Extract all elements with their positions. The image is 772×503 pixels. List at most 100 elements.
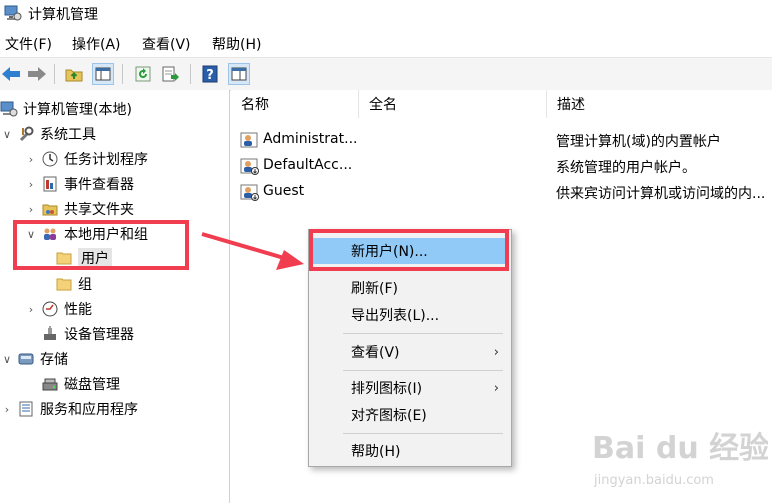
properties-icon[interactable] <box>228 63 250 85</box>
column-header-full-name[interactable]: 全名 <box>359 90 547 118</box>
table-row[interactable]: Administrat... 管理计算机(域)的内置帐户 <box>231 127 772 153</box>
menu-item-label: 导出列表(L)... <box>351 308 440 324</box>
table-row[interactable]: DefaultAcc... 系统管理的用户帐户。 <box>231 153 772 179</box>
column-header-name[interactable]: 名称 <box>231 90 359 118</box>
tree-label: 任务计划程序 <box>64 152 148 168</box>
user-description: 管理计算机(域)的内置帐户 <box>556 134 721 150</box>
chevron-right-icon[interactable]: › <box>24 303 38 316</box>
tree-item-root[interactable]: 计算机管理(本地) <box>0 98 132 120</box>
computer-management-icon <box>4 4 22 22</box>
user-disabled-icon <box>240 181 260 205</box>
menu-item-help[interactable]: 帮助(H) <box>313 438 507 464</box>
menu-item-label: 帮助(H) <box>351 444 401 460</box>
chevron-right-icon[interactable]: › <box>24 203 38 216</box>
console-tree: 计算机管理(本地) ∨ 系统工具 › 任务计划程序 › 事件查看器 › 共享文件… <box>0 90 230 503</box>
tree-label: 组 <box>78 277 92 293</box>
back-arrow-icon[interactable] <box>0 63 22 85</box>
help-icon[interactable]: ? <box>199 63 221 85</box>
toolbar-separator <box>54 64 55 84</box>
storage-icon <box>17 350 35 368</box>
menu-action[interactable]: 操作(A) <box>72 34 121 54</box>
services-apps-icon <box>17 400 35 418</box>
computer-management-icon <box>0 100 18 118</box>
forward-arrow-icon[interactable] <box>26 63 48 85</box>
user-name: DefaultAcc... <box>263 157 353 173</box>
menu-help[interactable]: 帮助(H) <box>212 34 261 54</box>
annotation-highlight-box <box>13 220 189 270</box>
folder-icon <box>55 275 73 293</box>
menu-bar: 文件(F) 操作(A) 查看(V) 帮助(H) <box>0 30 772 56</box>
annotation-arrow <box>201 232 304 270</box>
table-row[interactable]: Guest 供来宾访问计算机或访问域的内... <box>231 179 772 205</box>
watermark-url: jingyan.baidu.com <box>593 473 714 488</box>
title-bar: 计算机管理 <box>0 0 772 30</box>
chevron-right-icon: › <box>493 344 499 360</box>
event-viewer-icon <box>41 175 59 193</box>
menu-view[interactable]: 查看(V) <box>142 34 191 54</box>
user-description: 供来宾访问计算机或访问域的内... <box>556 186 766 202</box>
refresh-icon[interactable] <box>132 63 154 85</box>
menu-separator <box>343 333 503 334</box>
user-name: Administrat... <box>263 131 358 147</box>
tree-item-groups[interactable]: 组 <box>52 273 92 295</box>
toolbar: ? <box>0 57 772 91</box>
shared-folder-icon <box>41 200 59 218</box>
tree-item-disk-management[interactable]: 磁盘管理 <box>24 373 120 395</box>
tree-label: 系统工具 <box>40 127 96 143</box>
menu-separator <box>343 433 503 434</box>
menu-item-label: 刷新(F) <box>351 281 398 297</box>
tree-item-performance[interactable]: › 性能 <box>24 298 92 320</box>
tree-item-device-manager[interactable]: 设备管理器 <box>24 323 134 345</box>
chevron-right-icon[interactable]: › <box>0 403 14 416</box>
tree-item-event-viewer[interactable]: › 事件查看器 <box>24 173 134 195</box>
user-icon <box>240 129 260 153</box>
user-name: Guest <box>263 183 305 199</box>
clock-icon <box>41 150 59 168</box>
tree-label: 计算机管理(本地) <box>23 102 132 118</box>
show-hide-tree-icon[interactable] <box>92 63 114 85</box>
tree-label: 共享文件夹 <box>64 202 134 218</box>
performance-icon <box>41 300 59 318</box>
chevron-right-icon: › <box>493 380 499 396</box>
toolbar-separator <box>122 64 123 84</box>
menu-separator <box>343 370 503 371</box>
column-header-description[interactable]: 描述 <box>547 90 772 118</box>
annotation-highlight-box <box>309 229 509 271</box>
watermark-brand: Bai du 经验 <box>592 431 768 466</box>
export-list-icon[interactable] <box>160 63 182 85</box>
chevron-right-icon[interactable]: › <box>24 153 38 166</box>
disk-icon <box>41 375 59 393</box>
tree-label: 设备管理器 <box>64 327 134 343</box>
tree-item-shared-folders[interactable]: › 共享文件夹 <box>24 198 134 220</box>
menu-item-view[interactable]: 查看(V) › <box>313 339 507 365</box>
menu-item-label: 排列图标(I) <box>351 381 423 397</box>
menu-item-arrange-icons[interactable]: 排列图标(I) › <box>313 375 507 401</box>
menu-item-line-up-icons[interactable]: 对齐图标(E) <box>313 402 507 428</box>
svg-text:?: ? <box>206 68 214 83</box>
up-folder-icon[interactable] <box>63 63 85 85</box>
tree-label: 事件查看器 <box>64 177 134 193</box>
tree-label: 性能 <box>64 302 92 318</box>
tree-item-system-tools[interactable]: ∨ 系统工具 <box>0 123 96 145</box>
baidu-watermark: Bai du 经验 jingyan.baidu.com <box>588 418 769 498</box>
menu-item-label: 查看(V) <box>351 345 400 361</box>
toolbar-separator <box>190 64 191 84</box>
tree-label: 服务和应用程序 <box>40 402 138 418</box>
tree-label: 磁盘管理 <box>64 377 120 393</box>
system-tools-icon <box>17 125 35 143</box>
menu-item-refresh[interactable]: 刷新(F) <box>313 275 507 301</box>
chevron-down-icon[interactable]: ∨ <box>0 128 14 141</box>
menu-item-label: 对齐图标(E) <box>351 408 427 424</box>
tree-item-services-apps[interactable]: › 服务和应用程序 <box>0 398 138 420</box>
window-title: 计算机管理 <box>28 7 98 23</box>
tree-item-storage[interactable]: ∨ 存储 <box>0 348 68 370</box>
device-manager-icon <box>41 325 59 343</box>
tree-item-task-scheduler[interactable]: › 任务计划程序 <box>24 148 148 170</box>
tree-label: 存储 <box>40 352 68 368</box>
user-disabled-icon <box>240 155 260 179</box>
chevron-down-icon[interactable]: ∨ <box>0 353 14 366</box>
menu-file[interactable]: 文件(F) <box>5 34 52 54</box>
user-description: 系统管理的用户帐户。 <box>556 160 696 176</box>
chevron-right-icon[interactable]: › <box>24 178 38 191</box>
menu-item-export-list[interactable]: 导出列表(L)... <box>313 302 507 328</box>
